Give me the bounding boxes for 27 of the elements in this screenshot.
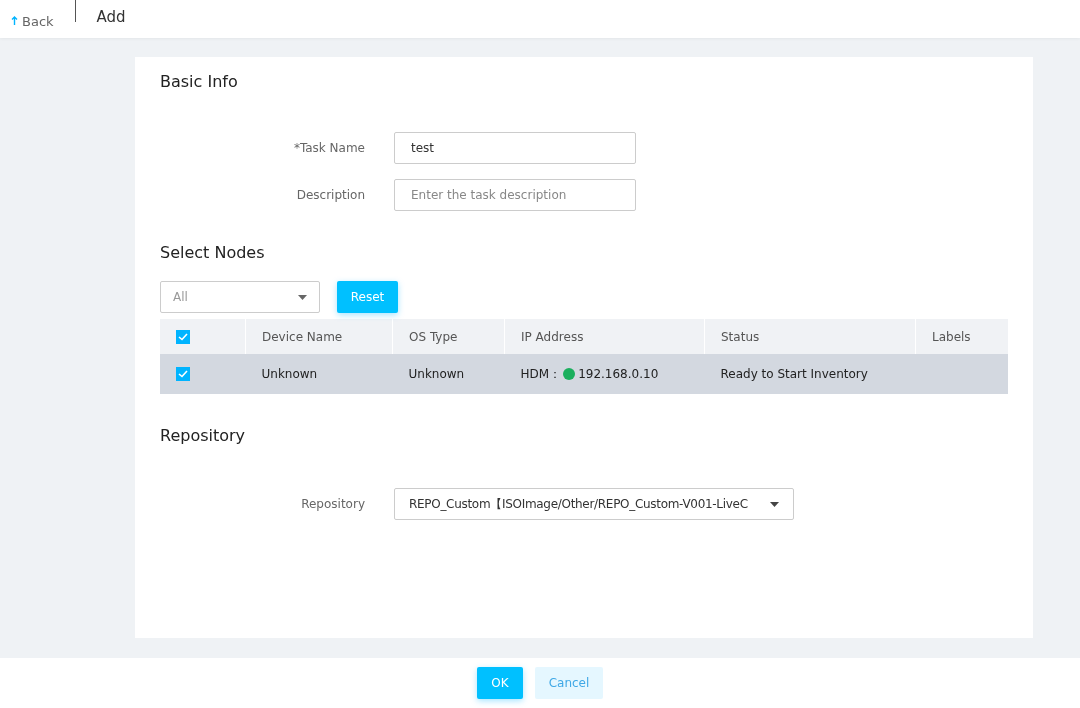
column-header: OS Type bbox=[409, 329, 458, 344]
checkbox[interactable] bbox=[176, 367, 190, 382]
column-header: Device Name bbox=[262, 329, 343, 344]
checkbox[interactable] bbox=[176, 329, 190, 344]
table-cell: Ready to Start Inventory bbox=[720, 367, 868, 381]
section-heading: Basic Info bbox=[160, 72, 239, 93]
column-header: Status bbox=[721, 329, 760, 344]
table-cell: Unknown bbox=[261, 367, 318, 381]
field-label: *Task Name bbox=[292, 141, 365, 155]
repository-dropdown[interactable]: REPO_Custom【ISOImage/Other/REPO_Custom-V001-LiveC bbox=[394, 488, 794, 520]
caret-icon bbox=[298, 294, 307, 300]
text-field[interactable]: Enter the task description bbox=[394, 179, 636, 211]
text-field[interactable]: test bbox=[394, 132, 636, 164]
field-label: Repository bbox=[300, 497, 365, 511]
column-header: IP Address bbox=[521, 329, 584, 344]
field-label: Description bbox=[295, 188, 365, 202]
table-cell: Unknown bbox=[408, 367, 465, 381]
caret-icon bbox=[770, 501, 779, 507]
ip-label: HDM： bbox=[520, 366, 562, 381]
ip-address: 192.168.0.10 bbox=[578, 366, 659, 381]
up-arrow-icon bbox=[11, 16, 18, 26]
section-heading: Select Nodes bbox=[160, 243, 266, 264]
column-header: Labels bbox=[932, 329, 971, 344]
table-row[interactable]: Unknown Unknown HDM： 192.168.0.10 Ready to Start Inventory bbox=[160, 354, 1008, 394]
page-title: Add bbox=[96, 8, 126, 26]
back-link[interactable]: Back bbox=[11, 13, 54, 29]
section-heading: Repository bbox=[160, 426, 247, 447]
